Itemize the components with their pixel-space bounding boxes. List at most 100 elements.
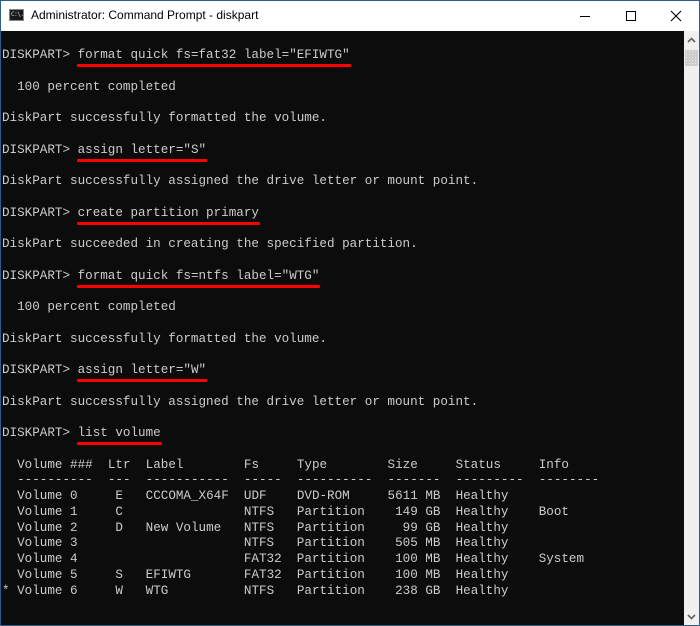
column-header: Info (538, 457, 569, 472)
prompt: DISKPART> (2, 142, 78, 157)
output-line: DiskPart succeeded in creating the speci… (2, 237, 418, 251)
cell-type: Partition (296, 520, 365, 535)
selected-marker (2, 568, 17, 582)
cell-type: Partition (296, 536, 365, 551)
cell-size: 100 MB (387, 567, 441, 582)
cell-size: 5611 MB (387, 489, 441, 503)
selected-marker (2, 505, 17, 519)
cell-status: Healthy (455, 567, 509, 582)
cell-volume: Volume 0 (17, 489, 78, 503)
cell-type: Partition (296, 552, 365, 566)
cell-status: Healthy (455, 552, 509, 566)
cell-status: Healthy (455, 536, 509, 551)
output-line: DiskPart successfully assigned the drive… (2, 394, 479, 409)
cell-volume: Volume 2 (17, 520, 78, 535)
maximize-icon (626, 11, 636, 21)
selected-marker: * (2, 583, 18, 598)
cell-ltr: D (107, 520, 123, 535)
chevron-up-icon (687, 36, 696, 43)
cell-volume: Volume 3 (17, 536, 78, 551)
output-line: DiskPart successfully formatted the volu… (2, 111, 327, 125)
close-button[interactable] (653, 1, 699, 31)
column-separator: --- (107, 473, 131, 488)
close-icon (670, 10, 682, 22)
table-row: Volume 5 S EFIWTG FAT32 Partition 100 MB… (2, 567, 539, 583)
cell-fs: FAT32 (243, 567, 282, 582)
red-underline-annotation (76, 379, 208, 382)
cell-fs: NTFS (243, 504, 275, 519)
red-underline-annotation (76, 221, 260, 225)
table-separator: ---------- --- ----------- ----- -------… (2, 472, 599, 488)
maximize-button[interactable] (608, 1, 654, 31)
table-row: Volume 4 FAT32 Partition 100 MB Healthy … (2, 551, 584, 567)
column-separator: -------- (538, 473, 600, 488)
command-line: DISKPART> create partition primary (2, 205, 260, 225)
table-header: Volume ### Ltr Label Fs Type Size Status… (2, 457, 569, 473)
column-separator: ---------- (17, 473, 93, 488)
cell-volume: Volume 1 (17, 504, 78, 519)
window-title: Administrator: Command Prompt - diskpart (31, 8, 259, 22)
vertical-scrollbar[interactable] (684, 31, 699, 625)
table-row: Volume 1 C NTFS Partition 149 GB Healthy… (2, 504, 569, 520)
cell-fs: FAT32 (243, 552, 282, 566)
command-line: DISKPART> list volume (2, 425, 162, 445)
cell-size: 505 MB (387, 536, 441, 551)
red-underline-annotation (76, 284, 321, 288)
command-line: DISKPART> format quick fs=ntfs label="WT… (2, 268, 321, 288)
output-line: 100 percent completed (2, 300, 176, 314)
title-bar[interactable]: C:\. Administrator: Command Prompt - dis… (1, 1, 699, 31)
command-text: format quick fs=fat32 label="EFIWTG" (76, 48, 351, 67)
cell-label: WTG (145, 583, 169, 598)
prompt: DISKPART> (2, 363, 78, 377)
cell-size: 99 GB (387, 520, 441, 535)
red-underline-annotation (76, 442, 162, 445)
column-header: Ltr (107, 457, 131, 472)
cell-info: System (538, 552, 585, 566)
column-separator: --------- (455, 473, 524, 488)
scroll-down-button[interactable] (684, 608, 699, 625)
cell-ltr (108, 552, 116, 566)
cell-status: Healthy (455, 520, 509, 535)
prompt: DISKPART> (2, 48, 78, 62)
output-line: DiskPart successfully formatted the volu… (2, 331, 327, 346)
chevron-down-icon (687, 613, 696, 620)
cell-type: DVD-ROM (296, 489, 350, 503)
command-text: assign letter="S" (76, 143, 208, 162)
cell-label: CCCOMA_X64F (145, 489, 229, 503)
column-separator: ----------- (145, 473, 229, 488)
cell-fs: NTFS (243, 520, 275, 535)
cell-info: Boot (538, 504, 569, 519)
selected-marker (2, 458, 17, 472)
cell-type: Partition (296, 504, 365, 519)
cell-fs: NTFS (243, 583, 275, 598)
cell-ltr (108, 536, 116, 550)
cell-type: Partition (296, 583, 365, 598)
command-text: create partition primary (76, 206, 260, 225)
column-header: Size (387, 457, 418, 472)
terminal-output[interactable]: DISKPART> format quick fs=fat32 label="E… (1, 31, 684, 625)
output-line: DiskPart successfully assigned the drive… (2, 174, 479, 188)
cell-ltr: S (107, 567, 123, 582)
column-separator: ----- (243, 473, 282, 488)
selected-marker (2, 552, 17, 566)
column-separator: ---------- (296, 473, 373, 488)
scroll-up-button[interactable] (684, 31, 699, 48)
minimize-button[interactable] (562, 1, 608, 31)
cell-size: 149 GB (387, 504, 441, 519)
cell-status: Healthy (455, 489, 509, 503)
scrollbar-thumb[interactable] (685, 50, 698, 66)
cell-size: 100 MB (387, 552, 441, 566)
command-line: DISKPART> format quick fs=fat32 label="E… (2, 47, 351, 67)
table-row: Volume 2 D New Volume NTFS Partition 99 … (2, 520, 539, 536)
cmd-icon[interactable]: C:\. (9, 9, 24, 21)
selected-marker (2, 536, 17, 550)
command-prompt-window: C:\. Administrator: Command Prompt - dis… (0, 0, 700, 626)
command-text: assign letter="W" (76, 363, 208, 382)
cell-status: Healthy (455, 504, 509, 519)
prompt: DISKPART> (2, 426, 78, 440)
column-header: Status (455, 457, 501, 472)
cell-label: EFIWTG (145, 567, 191, 582)
selected-marker (2, 473, 17, 487)
cell-ltr: W (107, 583, 123, 598)
column-header: Volume ### (17, 457, 93, 472)
